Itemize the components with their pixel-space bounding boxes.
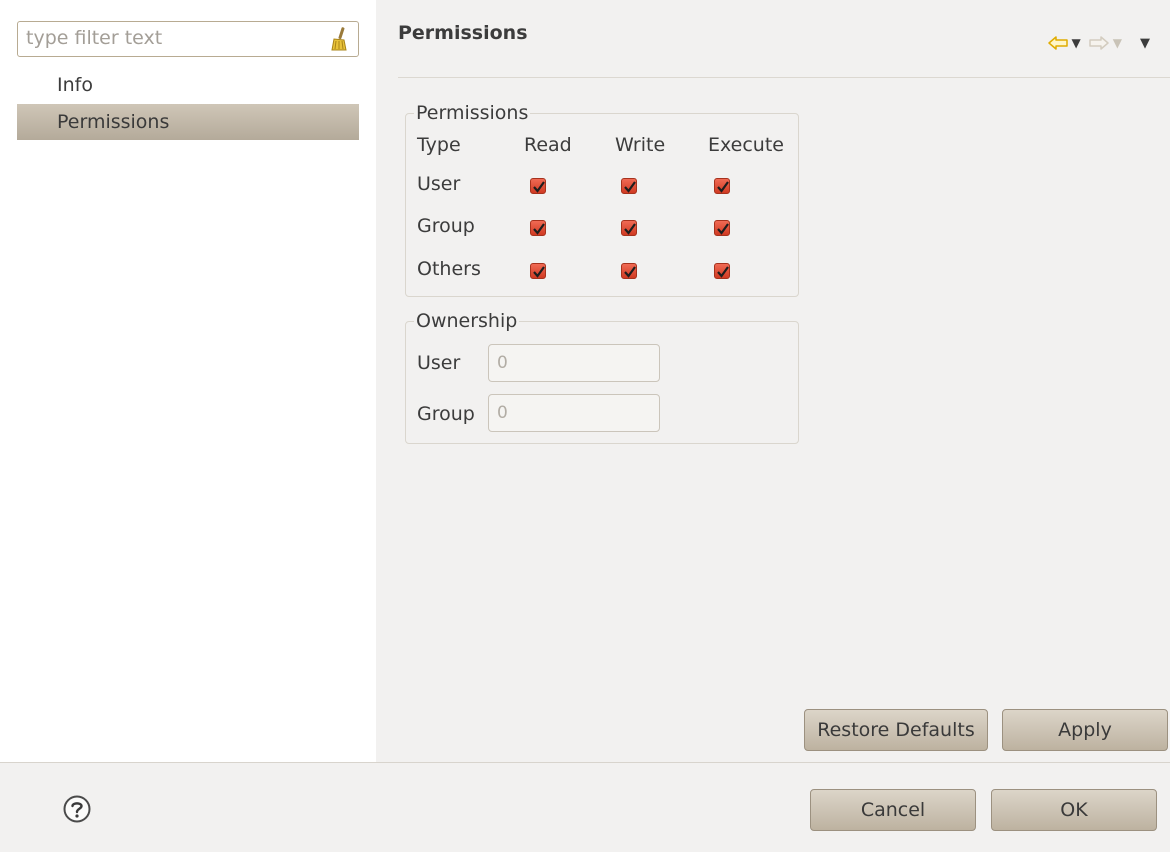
group-read-checkbox[interactable] [530, 220, 546, 236]
permissions-group-title: Permissions [414, 102, 531, 124]
others-read-checkbox[interactable] [530, 263, 546, 279]
header-write: Write [615, 134, 666, 156]
broom-icon[interactable] [328, 26, 350, 52]
forward-dropdown-icon: ▼ [1112, 36, 1122, 50]
ownership-group: Ownership User 0 Group 0 [405, 310, 799, 444]
apply-button[interactable]: Apply [1002, 709, 1168, 751]
page-title: Permissions [398, 22, 528, 44]
restore-defaults-button[interactable]: Restore Defaults [804, 709, 988, 751]
help-icon[interactable] [62, 794, 92, 824]
row-label-user: User [417, 173, 461, 195]
ownership-group-label: Group [417, 403, 475, 425]
ownership-user-field[interactable]: 0 [488, 344, 660, 382]
tree-item-info[interactable]: Info [17, 67, 359, 103]
row-label-others: Others [417, 258, 481, 280]
group-execute-checkbox[interactable] [714, 220, 730, 236]
group-write-checkbox[interactable] [621, 220, 637, 236]
ownership-user-label: User [417, 352, 461, 374]
back-dropdown-icon[interactable]: ▼ [1072, 36, 1081, 50]
ownership-group-title: Ownership [414, 310, 520, 332]
forward-arrow-icon[interactable] [1089, 35, 1109, 51]
header-execute: Execute [708, 134, 784, 156]
user-read-checkbox[interactable] [530, 178, 546, 194]
view-menu-icon[interactable]: ▼ [1140, 36, 1150, 51]
back-arrow-icon[interactable] [1047, 35, 1068, 51]
title-separator [398, 77, 1170, 78]
dialog-separator [0, 762, 1170, 763]
page-navigation: ▼ ▼ ▼ [1047, 30, 1150, 56]
user-write-checkbox[interactable] [621, 178, 637, 194]
ownership-group-field[interactable]: 0 [488, 394, 660, 432]
filter-placeholder: type filter text [26, 27, 163, 49]
others-execute-checkbox[interactable] [714, 263, 730, 279]
cancel-button[interactable]: Cancel [810, 789, 976, 831]
properties-page: Permissions ▼ ▼ ▼ Permissions Type Read … [376, 0, 1170, 762]
user-execute-checkbox[interactable] [714, 178, 730, 194]
tree-item-permissions[interactable]: Permissions [17, 104, 359, 140]
others-write-checkbox[interactable] [621, 263, 637, 279]
ok-button[interactable]: OK [991, 789, 1157, 831]
filter-input[interactable]: type filter text [17, 21, 359, 57]
permissions-group: Permissions Type Read Write Execute User… [405, 102, 799, 297]
preferences-tree-pane: type filter text Info Permissions [0, 0, 376, 762]
header-read: Read [524, 134, 572, 156]
row-label-group: Group [417, 215, 475, 237]
header-type: Type [417, 134, 461, 156]
